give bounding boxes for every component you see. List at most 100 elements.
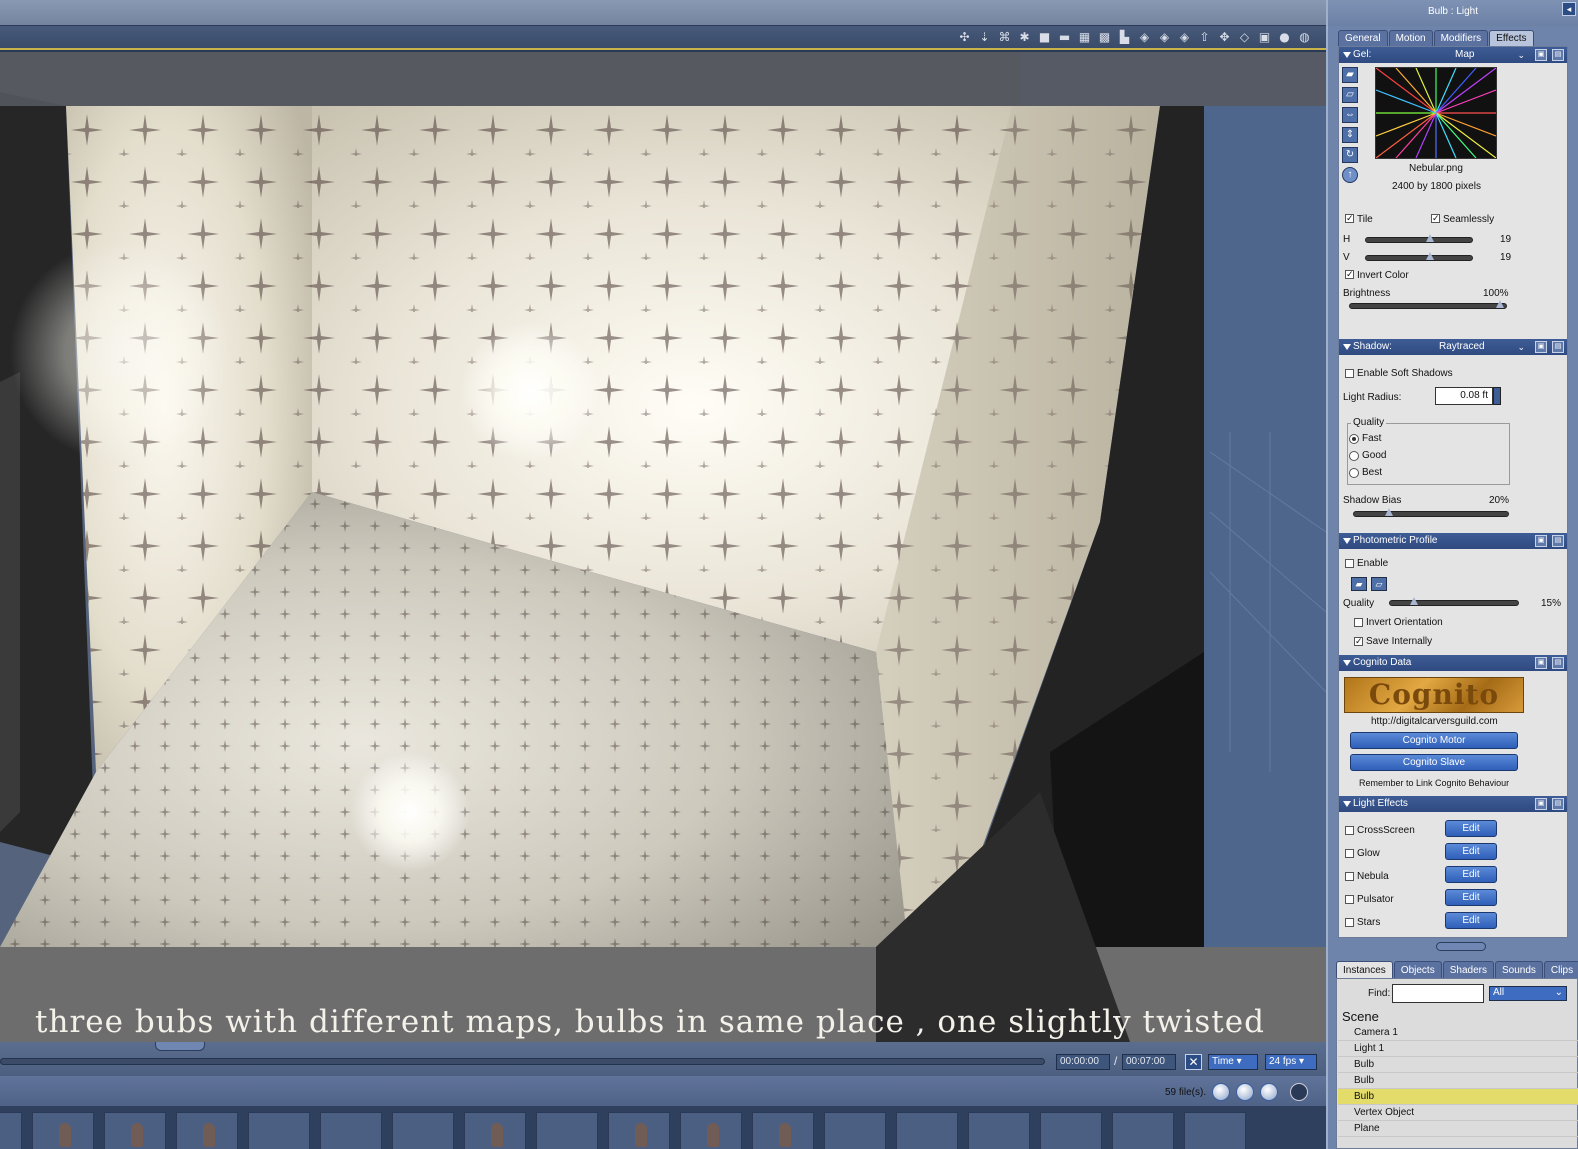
light-radius-stepper[interactable] [1493,387,1501,405]
library-thumbnail[interactable] [608,1112,670,1149]
transform-icon[interactable]: ✥ [1217,30,1232,45]
fps-select[interactable]: 24 fps ▾ [1265,1054,1317,1070]
3d-viewport[interactable]: three bubs with different maps, bulbs in… [0,52,1326,1042]
tab-modifiers[interactable]: Modifiers [1433,30,1489,46]
pulsator-checkbox[interactable] [1345,895,1354,904]
dual-view-icon[interactable]: ▬ [1057,30,1072,45]
library-thumbnail[interactable] [248,1112,310,1149]
shield-2-icon[interactable]: ◈ [1157,30,1172,45]
pulsator-edit-button[interactable]: Edit [1445,889,1497,906]
tab-instances[interactable]: Instances [1336,961,1393,978]
scene-list-item[interactable]: Bulb [1338,1089,1578,1105]
target-icon[interactable]: ✱ [1017,30,1032,45]
sphere-shaded-icon[interactable]: ● [1277,30,1292,45]
library-thumbnail[interactable] [392,1112,454,1149]
up-arrow-icon[interactable]: ⇧ [1197,30,1212,45]
load-preset-icon[interactable]: ▤ [1552,798,1564,810]
library-thumbnail[interactable] [1040,1112,1102,1149]
invert-orientation-checkbox[interactable] [1354,618,1363,627]
light-radius-input[interactable]: 0.08 ft [1435,387,1493,405]
rotate-icon[interactable]: ↻ [1342,147,1358,163]
h-slider-knob[interactable] [1426,234,1434,242]
multi-view-icon[interactable]: ▙ [1117,30,1132,45]
shadow-bias-slider[interactable] [1353,508,1509,517]
browse-profile-icon[interactable]: ▱ [1371,577,1387,591]
stars-edit-button[interactable]: Edit [1445,912,1497,929]
tab-motion[interactable]: Motion [1388,30,1433,46]
find-input[interactable] [1392,984,1484,1003]
tab-general[interactable]: General [1338,30,1388,46]
scene-list-item[interactable]: Vertex Object [1338,1105,1578,1121]
shadow-bias-knob[interactable] [1385,508,1393,516]
view-medium-icon[interactable] [1236,1083,1254,1101]
photometric-quality-slider[interactable] [1389,597,1519,606]
filter-select[interactable]: All ⌄ [1489,986,1567,1001]
library-thumbnail[interactable] [536,1112,598,1149]
open-file-icon[interactable]: ▰ [1342,67,1358,83]
quality-good-radio[interactable] [1349,451,1359,461]
save-preset-icon[interactable]: ▣ [1535,657,1547,669]
library-thumbnail[interactable] [824,1112,886,1149]
quad-view-icon[interactable]: ▦ [1077,30,1092,45]
library-thumbnail[interactable] [1184,1112,1246,1149]
shadow-section-header[interactable]: Shadow: Raytraced ⌄ ▣ ▤ [1339,339,1567,355]
load-preset-icon[interactable]: ▤ [1552,341,1564,353]
soft-shadows-checkbox[interactable] [1345,369,1354,378]
time-mode-select[interactable]: Time ▾ [1208,1054,1258,1070]
library-thumbnail[interactable] [104,1112,166,1149]
glow-edit-button[interactable]: Edit [1445,843,1497,860]
library-thumbnail[interactable] [896,1112,958,1149]
library-menu-icon[interactable] [1290,1083,1308,1101]
save-preset-icon[interactable]: ▣ [1535,49,1547,61]
save-internally-checkbox[interactable]: ✓ [1354,637,1363,646]
shield-1-icon[interactable]: ◈ [1137,30,1152,45]
quality-fast-radio[interactable] [1349,434,1359,444]
chevron-down-icon[interactable]: ⌄ [1517,339,1525,355]
library-thumbnail[interactable] [464,1112,526,1149]
save-preset-icon[interactable]: ▣ [1535,341,1547,353]
library-thumbnail[interactable] [680,1112,742,1149]
timeline-splitter-handle[interactable] [155,1042,205,1051]
tab-objects[interactable]: Objects [1393,961,1442,978]
photometric-enable-checkbox[interactable] [1345,559,1354,568]
tab-shaders[interactable]: Shaders [1442,961,1494,978]
info-icon[interactable]: ↑ [1342,167,1358,183]
tab-effects[interactable]: Effects [1489,30,1534,46]
browse-folder-icon[interactable]: ▱ [1342,87,1358,103]
v-slider[interactable] [1365,252,1473,261]
save-preset-icon[interactable]: ▣ [1535,798,1547,810]
quality-best-radio[interactable] [1349,468,1359,478]
view-large-icon[interactable] [1260,1083,1278,1101]
cognito-section-header[interactable]: Cognito Data ▣ ▤ [1339,655,1567,671]
scene-list-item[interactable]: Camera 1 [1338,1025,1578,1041]
chevron-down-icon[interactable]: ⌄ [1517,47,1525,63]
crossscreen-checkbox[interactable] [1345,826,1354,835]
library-thumbnail[interactable] [32,1112,94,1149]
library-thumbnail[interactable] [1112,1112,1174,1149]
library-thumbnail[interactable] [320,1112,382,1149]
h-slider[interactable] [1365,234,1473,243]
camera-icon[interactable]: ⌘ [997,30,1012,45]
cube-icon[interactable]: ▣ [1257,30,1272,45]
scene-list-item[interactable]: Bulb [1338,1073,1578,1089]
library-thumbnail[interactable] [0,1112,22,1149]
library-thumbnail[interactable] [176,1112,238,1149]
brightness-slider[interactable] [1349,300,1507,309]
photometric-section-header[interactable]: Photometric Profile ▣ ▤ [1339,533,1567,549]
cognito-slave-button[interactable]: Cognito Slave [1350,754,1518,771]
loop-toggle-icon[interactable]: ✕ [1185,1054,1202,1070]
single-view-icon[interactable]: ■ [1037,30,1052,45]
view-small-icon[interactable] [1212,1083,1230,1101]
tab-sounds[interactable]: Sounds [1494,961,1543,978]
flip-horizontal-icon[interactable]: ⇔ [1342,107,1358,123]
load-preset-icon[interactable]: ▤ [1552,49,1564,61]
flip-vertical-icon[interactable]: ⇕ [1342,127,1358,143]
timeline-scrubber[interactable] [0,1058,1045,1065]
move-icon[interactable]: ⇣ [977,30,992,45]
scene-list-item[interactable]: Light 1 [1338,1041,1578,1057]
crossscreen-edit-button[interactable]: Edit [1445,820,1497,837]
save-preset-icon[interactable]: ▣ [1535,535,1547,547]
nebula-edit-button[interactable]: Edit [1445,866,1497,883]
invert-color-checkbox[interactable]: ✓ [1345,270,1354,279]
glow-checkbox[interactable] [1345,849,1354,858]
